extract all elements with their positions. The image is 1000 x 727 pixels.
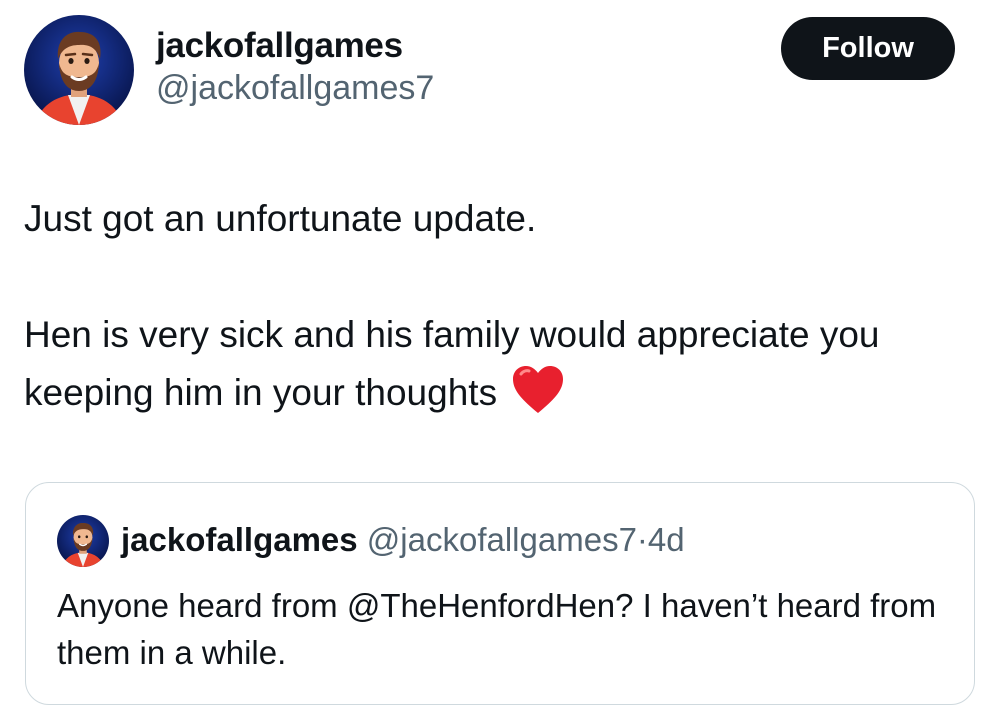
quoted-author-avatar[interactable] — [57, 515, 109, 567]
quoted-post-separator: · — [636, 521, 648, 558]
post-text-body: Hen is very sick and his family would ap… — [24, 314, 880, 413]
red-heart-icon — [511, 365, 565, 415]
post-text-line: Just got an unfortunate update. — [24, 198, 537, 239]
author-handle[interactable]: @jackofallgames7 — [156, 68, 434, 108]
post-text: Just got an unfortunate update. Hen is v… — [24, 190, 974, 422]
quoted-post-text: Anyone heard from @TheHenfordHen? I have… — [57, 587, 937, 671]
post: jackofallgames @jackofallgames7 Follow J… — [0, 0, 1000, 727]
quoted-post-timestamp[interactable]: 4d — [648, 521, 685, 558]
avatar-image — [57, 515, 109, 567]
quoted-author-handle[interactable]: @jackofallgames7 — [367, 521, 637, 558]
avatar-image — [24, 15, 134, 125]
quoted-post[interactable]: jackofallgames @jackofallgames7·4d Anyon… — [25, 482, 975, 705]
author-display-name[interactable]: jackofallgames — [156, 26, 434, 66]
post-text-paragraph: Hen is very sick and his family would ap… — [24, 306, 974, 422]
follow-button[interactable]: Follow — [781, 17, 955, 80]
quoted-post-header: jackofallgames @jackofallgames7·4d — [121, 520, 685, 560]
quoted-author-display-name[interactable]: jackofallgames — [121, 521, 358, 558]
author-block: jackofallgames @jackofallgames7 — [156, 26, 434, 108]
author-avatar[interactable] — [24, 15, 134, 125]
